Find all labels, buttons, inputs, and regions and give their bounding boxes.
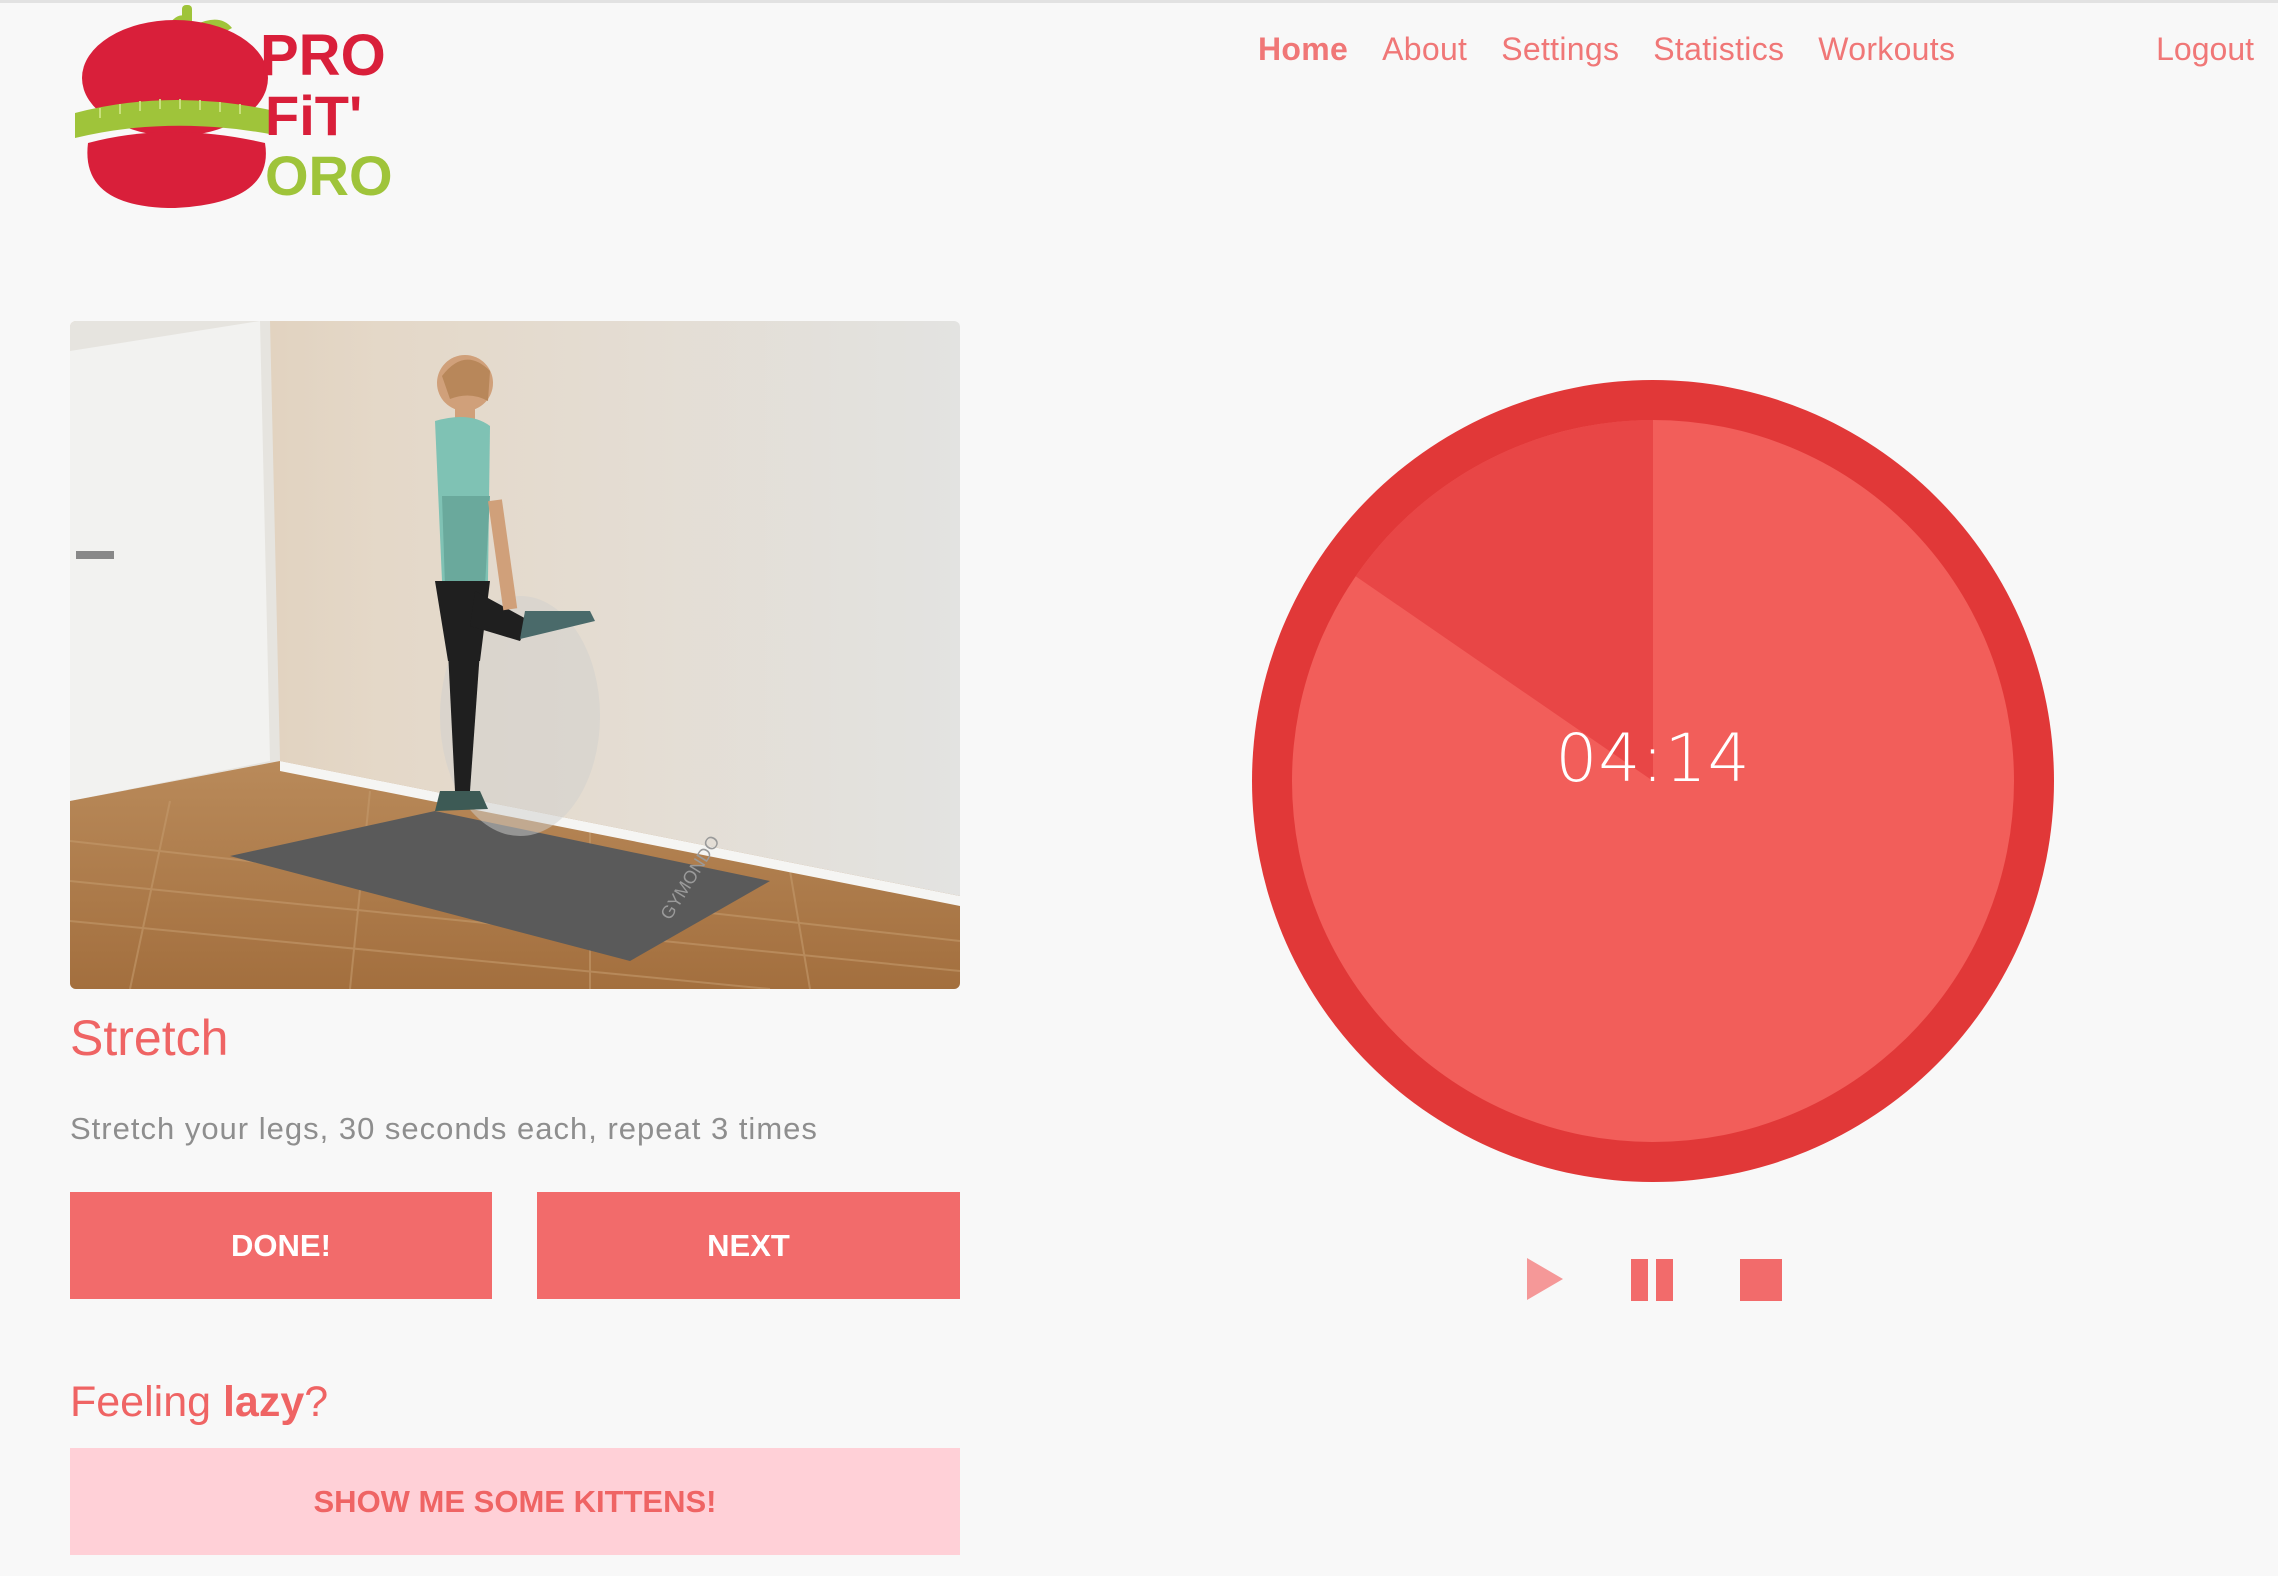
lazy-suffix: ? bbox=[304, 1378, 329, 1426]
show-kittens-button[interactable]: SHOW ME SOME KITTENS! bbox=[70, 1448, 960, 1555]
pause-icon[interactable] bbox=[1629, 1259, 1675, 1301]
exercise-title: Stretch bbox=[70, 1010, 229, 1066]
exercise-image: GYMONDO bbox=[70, 321, 960, 989]
lazy-prefix: Feeling bbox=[70, 1378, 223, 1426]
nav-statistics[interactable]: Statistics bbox=[1653, 31, 1784, 68]
play-icon[interactable] bbox=[1525, 1256, 1565, 1302]
nav-workouts[interactable]: Workouts bbox=[1818, 31, 1955, 68]
exercise-description: Stretch your legs, 30 seconds each, repe… bbox=[70, 1111, 818, 1146]
pomodoro-timer: 04:14 bbox=[1252, 380, 2054, 1182]
logout-link[interactable]: Logout bbox=[2156, 31, 2254, 68]
nav-settings[interactable]: Settings bbox=[1501, 31, 1619, 68]
feeling-lazy-heading: Feeling lazy? bbox=[70, 1378, 328, 1427]
logo-line-2: FiT' bbox=[265, 84, 362, 147]
nav-about[interactable]: About bbox=[1382, 31, 1467, 68]
timer-display: 04:14 bbox=[1555, 719, 1751, 797]
page: PRO FiT' ORO Home About Settings Statist… bbox=[0, 0, 2278, 1576]
lazy-emphasis: lazy bbox=[222, 1378, 305, 1426]
logo-line-3: ORO bbox=[265, 144, 393, 207]
stop-icon[interactable] bbox=[1740, 1259, 1782, 1301]
next-button[interactable]: NEXT bbox=[537, 1192, 960, 1299]
main-nav: Home About Settings Statistics Workouts bbox=[1258, 31, 1955, 68]
logo-line-1: PRO bbox=[260, 23, 386, 88]
profitoro-logo[interactable]: PRO FiT' ORO bbox=[70, 3, 400, 218]
nav-home[interactable]: Home bbox=[1258, 31, 1348, 68]
done-button[interactable]: DONE! bbox=[70, 1192, 492, 1299]
